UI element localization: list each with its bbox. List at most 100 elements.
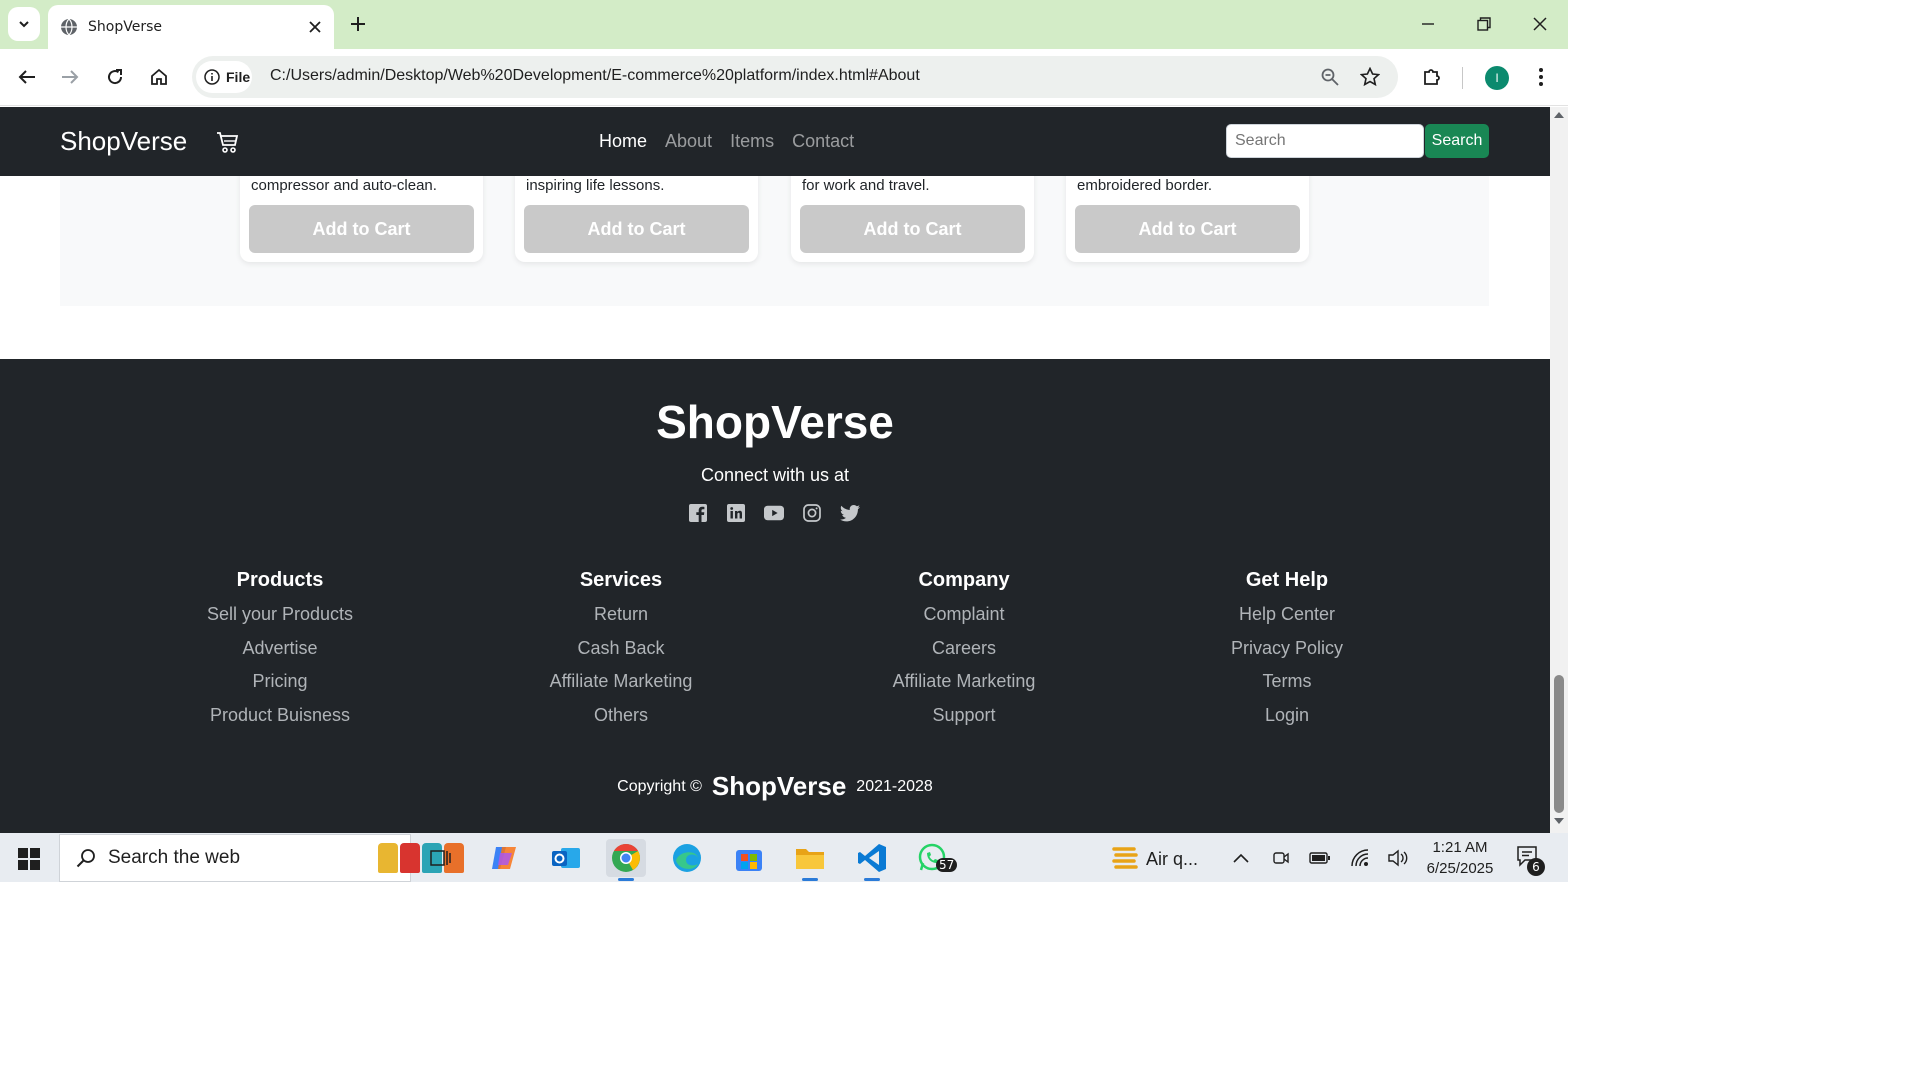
navbar-brand[interactable]: ShopVerse [60, 126, 187, 157]
chrome-icon[interactable] [606, 839, 646, 881]
navbar-search-button[interactable]: Search [1425, 124, 1489, 158]
footer-link[interactable]: Help Center [1137, 604, 1437, 638]
tab-title: ShopVerse [88, 19, 162, 35]
footer-column-company: Company Complaint Careers Affiliate Mark… [814, 569, 1114, 738]
footer-link[interactable]: Affiliate Marketing [471, 671, 771, 705]
site-footer: ShopVerse Connect with us at Products Se… [0, 359, 1550, 833]
tab-search-button[interactable] [8, 7, 40, 41]
product-description: for work and travel. [802, 177, 930, 194]
copyright-line: Copyright © ShopVerse 2021-2028 [0, 771, 1550, 802]
scrollbar-thumb[interactable] [1554, 675, 1564, 813]
footer-link[interactable]: Cash Back [471, 638, 771, 672]
nav-link-home[interactable]: Home [599, 131, 647, 152]
footer-column-services: Services Return Cash Back Affiliate Mark… [471, 569, 771, 738]
add-to-cart-button[interactable]: Add to Cart [1075, 205, 1300, 253]
site-navbar: ShopVerse Home About Items Contact Searc… [0, 107, 1550, 176]
twitter-icon[interactable] [840, 503, 860, 523]
copilot-icon[interactable] [484, 839, 524, 877]
nav-link-contact[interactable]: Contact [792, 131, 854, 152]
browser-tab-strip: ShopVerse [0, 0, 1568, 49]
reload-icon [108, 69, 123, 85]
product-description: inspiring life lessons. [526, 177, 665, 194]
bookmark-star-icon[interactable] [1358, 65, 1382, 89]
zoom-icon[interactable] [1318, 65, 1342, 89]
footer-link[interactable]: Pricing [130, 671, 430, 705]
footer-link[interactable]: Privacy Policy [1137, 638, 1437, 672]
windows-start-icon[interactable] [18, 848, 40, 870]
footer-link[interactable]: Affiliate Marketing [814, 671, 1114, 705]
footer-link[interactable]: Advertise [130, 638, 430, 672]
footer-link[interactable]: Product Buisness [130, 705, 430, 739]
add-to-cart-button[interactable]: Add to Cart [249, 205, 474, 253]
kebab-menu-icon [1539, 68, 1543, 86]
minimize-button[interactable] [1400, 8, 1456, 40]
footer-link[interactable]: Support [814, 705, 1114, 739]
page-scrollbar[interactable] [1550, 107, 1568, 833]
url-text[interactable]: C:/Users/admin/Desktop/Web%20Development… [270, 67, 920, 85]
footer-brand: ShopVerse [656, 396, 894, 448]
home-button[interactable] [143, 61, 175, 93]
footer-link[interactable]: Sell your Products [130, 604, 430, 638]
weather-widget[interactable]: Air q... [1112, 845, 1198, 873]
back-button[interactable] [11, 61, 43, 93]
outlook-icon[interactable] [546, 839, 586, 877]
add-to-cart-button[interactable]: Add to Cart [524, 205, 749, 253]
toolbar-divider [1462, 67, 1463, 89]
extensions-button[interactable] [1416, 61, 1448, 93]
volume-icon[interactable] [1387, 847, 1409, 869]
meet-now-icon[interactable] [1270, 847, 1292, 869]
footer-column-title: Services [579, 569, 663, 591]
taskbar-search-box[interactable]: Search the web [59, 834, 464, 882]
chevron-up-icon[interactable] [1230, 847, 1252, 869]
nav-link-items[interactable]: Items [730, 131, 774, 152]
add-to-cart-button[interactable]: Add to Cart [800, 205, 1025, 253]
battery-icon[interactable] [1309, 847, 1331, 869]
forward-button[interactable] [54, 61, 86, 93]
browser-toolbar: File C:/Users/admin/Desktop/Web%20Develo… [0, 49, 1568, 106]
task-view-icon[interactable] [421, 839, 461, 877]
footer-connect-text: Connect with us at [700, 465, 850, 485]
footer-link[interactable]: Return [471, 604, 771, 638]
new-tab-button[interactable] [344, 10, 372, 38]
footer-link[interactable]: Login [1137, 705, 1437, 739]
wifi-icon[interactable] [1349, 847, 1371, 869]
browser-menu-button[interactable] [1525, 61, 1557, 93]
weather-text: Air q... [1146, 848, 1199, 869]
file-explorer-icon[interactable] [790, 839, 830, 881]
instagram-icon[interactable] [802, 503, 822, 523]
copyright-prefix: Copyright © [617, 777, 702, 795]
tab-close-icon[interactable] [300, 12, 330, 42]
footer-link[interactable]: Careers [814, 638, 1114, 672]
taskbar-search-text: Search the web [108, 847, 241, 868]
social-links [688, 503, 860, 523]
scroll-up-arrow-icon[interactable] [1553, 111, 1565, 119]
profile-avatar[interactable]: I [1485, 66, 1509, 90]
footer-link[interactable]: Others [471, 705, 771, 739]
air-quality-icon [1112, 847, 1138, 869]
footer-link[interactable]: Complaint [814, 604, 1114, 638]
info-icon [204, 69, 220, 85]
product-description: compressor and auto-clean. [251, 177, 437, 194]
cart-icon[interactable] [216, 130, 240, 159]
navbar-search-input[interactable] [1226, 124, 1424, 158]
footer-link[interactable]: Terms [1137, 671, 1437, 705]
edge-icon[interactable] [667, 839, 707, 877]
nav-link-about[interactable]: About [665, 131, 712, 152]
vscode-icon[interactable] [852, 839, 892, 881]
close-window-button[interactable] [1512, 8, 1568, 40]
linkedin-icon[interactable] [726, 503, 746, 523]
facebook-icon[interactable] [688, 503, 708, 523]
youtube-icon[interactable] [764, 503, 784, 523]
taskbar-clock[interactable]: 1:21 AM 6/25/2025 [1420, 837, 1500, 879]
arrow-left-icon [18, 70, 35, 84]
scroll-down-arrow-icon[interactable] [1553, 817, 1565, 825]
reload-button[interactable] [99, 61, 131, 93]
browser-tab[interactable]: ShopVerse [48, 5, 334, 49]
restore-button[interactable] [1456, 8, 1512, 40]
restore-icon [1477, 17, 1491, 31]
site-info-chip[interactable]: File [196, 61, 252, 93]
microsoft-store-icon[interactable] [729, 839, 769, 877]
clock-date: 6/25/2025 [1426, 860, 1494, 877]
address-bar[interactable]: File C:/Users/admin/Desktop/Web%20Develo… [192, 56, 1398, 98]
whatsapp-badge: 57 [936, 858, 958, 872]
